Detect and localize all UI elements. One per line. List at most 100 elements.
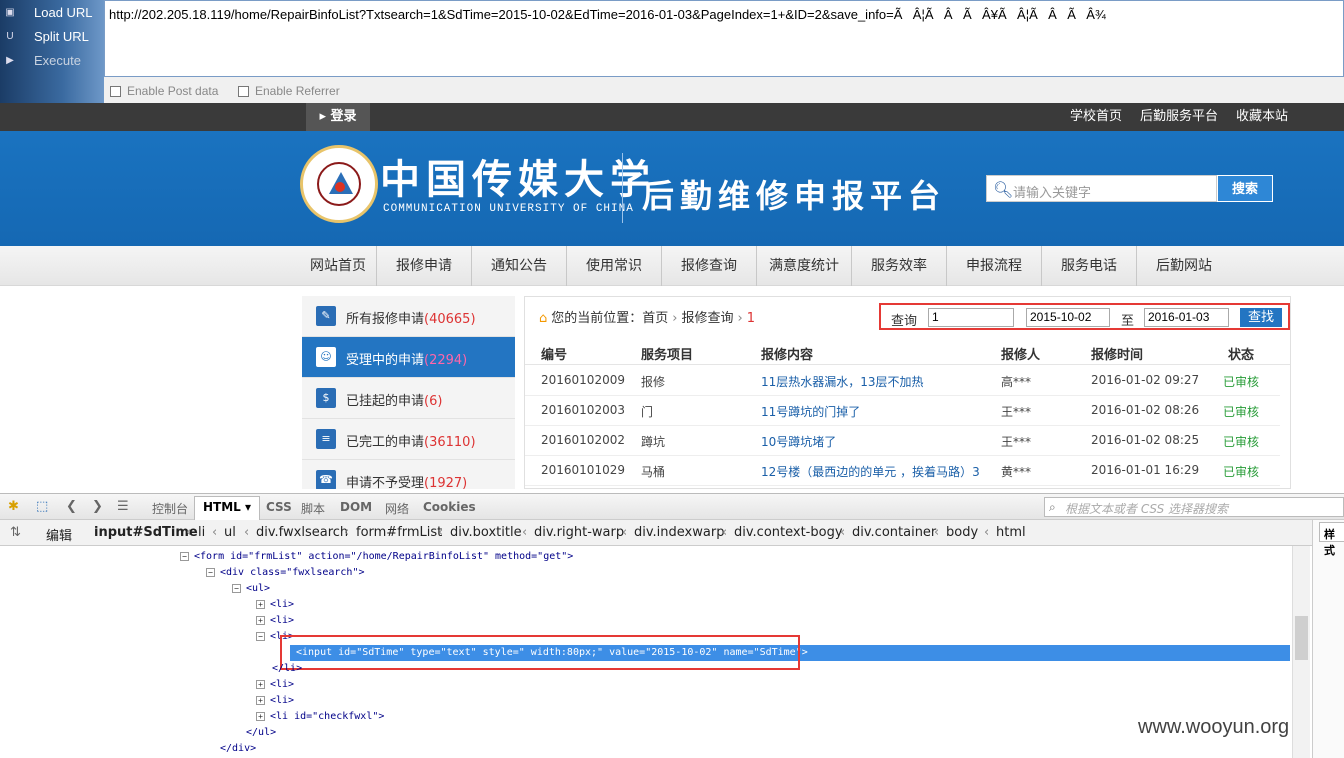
watermark: www.wooyun.org: [1138, 716, 1290, 738]
table-row[interactable]: 20160102009 报修 11层热水器漏水，13层不加热 高*** 2016…: [525, 366, 1280, 396]
login-button[interactable]: ▸ 登录: [306, 103, 370, 131]
start-date-input[interactable]: 2015-10-02: [1026, 308, 1110, 327]
indent-icon[interactable]: ☰: [117, 499, 129, 514]
crumb-div-fwxlsearch[interactable]: div.fwxlsearch: [256, 525, 348, 540]
nav-item-phone[interactable]: 服务电话: [1042, 246, 1137, 286]
university-en-name: COMMUNICATION UNIVERSITY OF CHINA: [383, 203, 634, 215]
crumb-div-container[interactable]: div.container: [852, 525, 936, 540]
query-form-highlight: 查询 1 2015-10-02 至 2016-01-03 查找: [879, 303, 1290, 330]
scroll-thumb[interactable]: [1295, 616, 1308, 660]
nav-item-satisfaction[interactable]: 满意度统计: [757, 246, 852, 286]
crumb-li[interactable]: li: [198, 525, 205, 540]
sidebar-item-completed[interactable]: ≡ 已完工的申请(36110): [302, 419, 515, 460]
tree-node-li[interactable]: + <li>: [256, 597, 294, 613]
breadcrumb-home[interactable]: 首页: [642, 311, 668, 326]
sidebar-item-processing[interactable]: ☺ 受理中的申请(2294): [302, 337, 515, 378]
html-tree: − <form id="frmList" action="/home/Repair…: [0, 546, 1312, 758]
tree-node-li[interactable]: + <li>: [256, 677, 294, 693]
main-nav: 网站首页 报修申请 通知公告 使用常识 报修查询 满意度统计 服务效率 申报流程…: [0, 246, 1344, 286]
nav-item-repair-query[interactable]: 报修查询: [662, 246, 757, 286]
nav-item-logistics[interactable]: 后勤网站: [1137, 246, 1231, 286]
load-url-icon: ▣: [5, 7, 15, 18]
enable-referrer-checkbox[interactable]: Enable Referrer: [238, 84, 340, 98]
checkbox-box: [110, 85, 121, 97]
phone-icon: ☎: [316, 470, 336, 489]
tree-node-li-close: </li>: [272, 663, 303, 674]
load-url-button[interactable]: ▣ Load URL: [0, 2, 104, 24]
site-search-input[interactable]: 🔍︎ 请输入关键字: [986, 175, 1217, 202]
nav-item-repair-apply[interactable]: 报修申请: [377, 246, 472, 286]
crumb-input-sdtime[interactable]: input#SdTime: [94, 525, 198, 540]
tree-node-div-close: </div>: [220, 743, 257, 754]
tab-script[interactable]: 脚本: [301, 500, 325, 517]
table-row[interactable]: 20160102003 门 11号蹲坑的门掉了 王*** 2016-01-02 …: [525, 396, 1280, 426]
url-textarea[interactable]: http://202.205.18.119/home/RepairBinfoLi…: [104, 0, 1344, 77]
sidebar-item-suspended[interactable]: $ 已挂起的申请(6): [302, 378, 515, 419]
split-url-button[interactable]: U Split URL: [0, 26, 104, 48]
sidebar-item-rejected[interactable]: ☎ 申请不予受理(1927): [302, 460, 515, 489]
top-links: 学校首页 后勤服务平台 收藏本站: [1070, 103, 1288, 131]
tree-node-form[interactable]: − <form id="frmList" action="/home/Repair…: [180, 549, 573, 565]
firebug-search-input[interactable]: ⌕ 根据文本或者 CSS 选择器搜索: [1044, 497, 1344, 517]
execute-button[interactable]: ▶ Execute: [0, 50, 104, 72]
tree-node-li-checkfwxl[interactable]: + <li id="checkfwxl">: [256, 709, 384, 725]
table-header: 编号 服务项目 报修内容 报修人 报修时间 状态: [525, 337, 1290, 365]
home-icon: ⌂: [539, 311, 548, 326]
crumb-body[interactable]: body: [946, 525, 978, 540]
nav-item-efficiency[interactable]: 服务效率: [852, 246, 947, 286]
inspect-icon[interactable]: ⬚: [36, 499, 48, 514]
tree-node-ul[interactable]: − <ul>: [232, 581, 270, 597]
enable-post-checkbox[interactable]: Enable Post data: [110, 84, 218, 98]
search-icon: 🔍︎: [993, 180, 1014, 199]
selected-node-highlight: [280, 635, 800, 670]
find-button[interactable]: 查找: [1240, 308, 1282, 327]
top-link-school-home[interactable]: 学校首页: [1070, 103, 1122, 131]
hackbar: ▣ Load URL U Split URL ▶ Execute http://…: [0, 0, 1344, 103]
firebug-bug-icon[interactable]: ✱: [8, 499, 19, 514]
sidebar-item-all[interactable]: ✎ 所有报修申请(40665): [302, 296, 515, 337]
tree-node-li[interactable]: + <li>: [256, 613, 294, 629]
tab-html[interactable]: HTML ▾: [194, 496, 261, 521]
site-topbar: ▸ 登录 学校首页 后勤服务平台 收藏本站: [0, 103, 1344, 131]
style-side-panel: 样式: [1312, 520, 1344, 758]
site-search-button[interactable]: 搜索: [1217, 175, 1273, 202]
table-row[interactable]: 20160101029 马桶 12号楼（最西边的的单元 ，挨着马路）3 黄***…: [525, 456, 1280, 486]
crumb-ul[interactable]: ul: [224, 525, 236, 540]
nav-item-process[interactable]: 申报流程: [947, 246, 1042, 286]
nav-item-notices[interactable]: 通知公告: [472, 246, 567, 286]
tree-scrollbar[interactable]: [1292, 546, 1310, 758]
tree-node-li[interactable]: + <li>: [256, 693, 294, 709]
checkbox-box: [238, 85, 249, 97]
back-arrow-icon[interactable]: ❮: [66, 499, 77, 514]
tab-console[interactable]: 控制台: [152, 500, 188, 517]
site-search: 🔍︎ 请输入关键字 搜索: [986, 175, 1273, 202]
keyword-input[interactable]: 1: [928, 308, 1014, 327]
table-row[interactable]: 20160102002 蹲坑 10号蹲坑堵了 王*** 2016-01-02 0…: [525, 426, 1280, 456]
nav-item-tips[interactable]: 使用常识: [567, 246, 662, 286]
tree-node-div[interactable]: − <div class="fwxlsearch">: [206, 565, 365, 581]
crumb-div-boxtitle[interactable]: div.boxtitle: [450, 525, 522, 540]
nav-item-home[interactable]: 网站首页: [300, 246, 377, 286]
book-icon: ≡: [316, 429, 336, 449]
status-sidebar: ✎ 所有报修申请(40665) ☺ 受理中的申请(2294) $ 已挂起的申请(…: [302, 296, 515, 489]
tab-cookies[interactable]: Cookies: [423, 500, 476, 514]
breadcrumb-section[interactable]: 报修查询: [682, 311, 734, 326]
crumb-form-frmlist[interactable]: form#frmList: [356, 525, 442, 540]
end-date-input[interactable]: 2016-01-03: [1144, 308, 1229, 327]
tab-style[interactable]: 样式: [1319, 522, 1344, 557]
edit-button[interactable]: 编辑: [46, 525, 72, 544]
site-banner: 中国传媒大学 COMMUNICATION UNIVERSITY OF CHINA…: [0, 131, 1344, 246]
crumb-div-context-bogy[interactable]: div.context-bogy: [734, 525, 843, 540]
panel-toggle-icon[interactable]: ⇅: [10, 525, 21, 540]
crumb-div-indexwarp[interactable]: div.indexwarp: [634, 525, 724, 540]
forward-arrow-icon[interactable]: ❯: [92, 499, 103, 514]
top-link-service-platform[interactable]: 后勤服务平台: [1140, 103, 1218, 131]
tab-net[interactable]: 网络: [385, 500, 409, 517]
search-icon: ⌕: [1049, 500, 1056, 514]
top-link-bookmark[interactable]: 收藏本站: [1236, 103, 1288, 131]
tab-dom[interactable]: DOM: [340, 500, 372, 514]
tab-css[interactable]: CSS: [266, 500, 292, 514]
user-card-icon: ☺: [316, 347, 336, 367]
crumb-html[interactable]: html: [996, 525, 1026, 540]
crumb-div-right-warp[interactable]: div.right-warp: [534, 525, 624, 540]
